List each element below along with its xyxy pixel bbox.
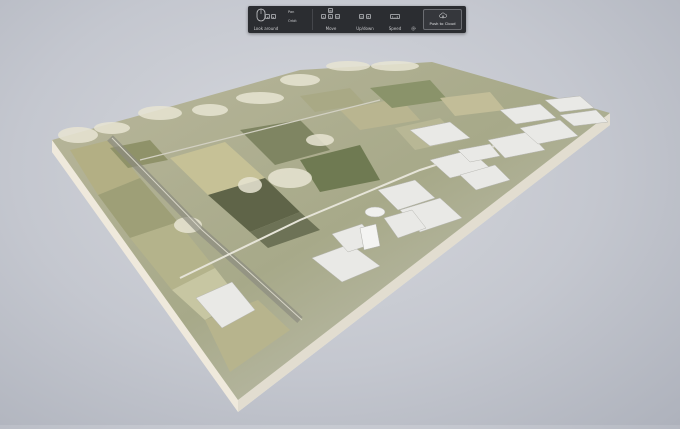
- move-group: W A S D Move: [314, 6, 348, 33]
- speed-label: Speed: [388, 26, 402, 31]
- cloud-upload-icon: [439, 12, 447, 19]
- up-down-label: Up/down: [356, 26, 374, 31]
- move-key-s: S: [328, 14, 333, 19]
- updown-key-q: Q: [359, 14, 364, 19]
- move-key-d: D: [335, 14, 340, 19]
- 3d-viewport[interactable]: [0, 0, 680, 425]
- push-to-cloud-button[interactable]: Push to Cloud: [423, 9, 462, 30]
- move-key-a: A: [321, 14, 326, 19]
- up-down-group: Q E Up/down: [350, 6, 380, 33]
- look-around-group: ◂ ▸ Look around: [250, 6, 282, 33]
- look-key-right: ▸: [271, 14, 276, 19]
- speed-keys: 1~4: [390, 14, 400, 19]
- toolbar-divider: [312, 9, 313, 30]
- speed-group: 1~4 Speed: [382, 6, 408, 33]
- pan-label: Pan: [288, 10, 295, 14]
- orbit-label: Orbit: [288, 19, 297, 23]
- look-around-label: Look around: [253, 26, 279, 31]
- navigation-toolbar: ◂ ▸ Look around Pan Orbit W A S D Move Q…: [248, 6, 466, 33]
- pan-orbit-group: Pan Orbit: [284, 6, 312, 33]
- updown-key-e: E: [366, 14, 371, 19]
- city-model: [52, 61, 610, 412]
- settings-gear-icon[interactable]: [411, 26, 416, 31]
- look-key-left: ◂: [265, 14, 270, 19]
- push-to-cloud-label: Push to Cloud: [429, 21, 456, 26]
- move-key-w: W: [328, 8, 333, 13]
- move-label: Move: [325, 26, 337, 31]
